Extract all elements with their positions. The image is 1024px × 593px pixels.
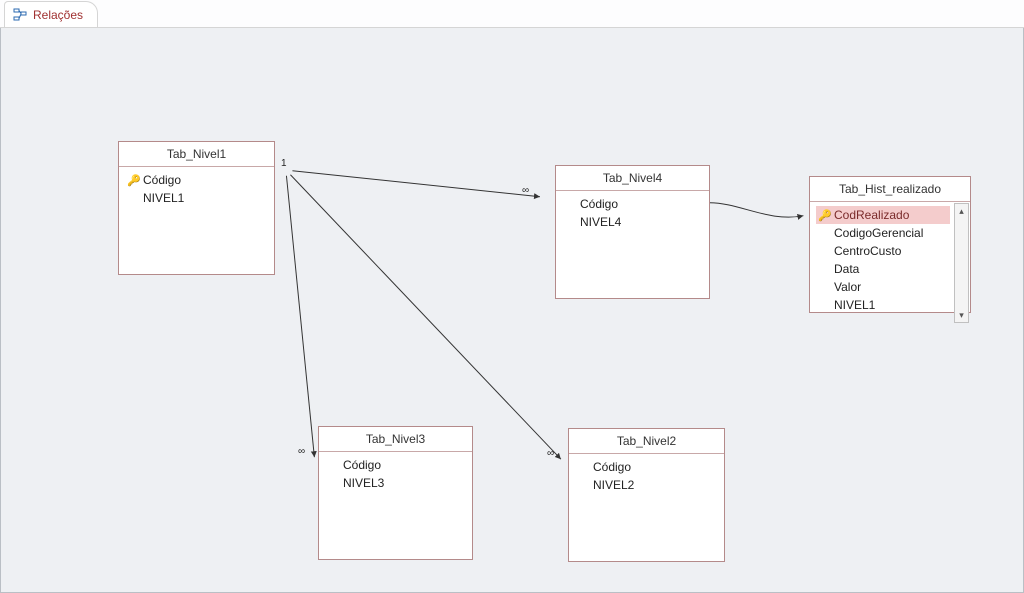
- tab-bar: Relações: [0, 0, 1024, 28]
- primary-key-icon: 🔑: [818, 209, 830, 222]
- table-hist-realizado[interactable]: Tab_Hist_realizado 🔑 CodRealizado Codigo…: [809, 176, 971, 313]
- field-label: NIVEL2: [593, 478, 634, 492]
- field-row[interactable]: NIVEL3: [325, 474, 466, 492]
- table-body: Código NIVEL4: [556, 191, 709, 241]
- field-label: CentroCusto: [834, 244, 901, 258]
- cardinality-one: 1: [281, 158, 287, 169]
- table-title: Tab_Nivel3: [319, 427, 472, 452]
- field-label: Código: [143, 173, 181, 187]
- field-row[interactable]: Código: [575, 458, 718, 476]
- primary-key-icon: 🔑: [127, 174, 139, 187]
- field-row[interactable]: 🔑 Código: [125, 171, 268, 189]
- table-title: Tab_Hist_realizado: [810, 177, 970, 202]
- field-row[interactable]: CodigoGerencial: [816, 224, 950, 242]
- field-label: Código: [580, 197, 618, 211]
- cardinality-many-nivel2: ∞: [547, 448, 554, 459]
- field-label: NIVEL1: [834, 298, 875, 312]
- relationships-canvas[interactable]: 1 ∞ ∞ ∞ Tab_Nivel1 🔑 Código NIVEL1 Tab_N…: [0, 28, 1024, 593]
- cardinality-many-nivel3: ∞: [298, 446, 305, 457]
- field-row[interactable]: 🔑 CodRealizado: [816, 206, 950, 224]
- scrollbar[interactable]: ▴ ▾: [954, 203, 969, 323]
- field-row[interactable]: Valor: [816, 278, 950, 296]
- field-row[interactable]: CentroCusto: [816, 242, 950, 260]
- field-row[interactable]: NIVEL1: [125, 189, 268, 207]
- field-label: CodRealizado: [834, 208, 909, 222]
- field-label: NIVEL3: [343, 476, 384, 490]
- table-title: Tab_Nivel2: [569, 429, 724, 454]
- tab-relacoes[interactable]: Relações: [4, 1, 98, 27]
- field-row[interactable]: Código: [562, 195, 703, 213]
- table-body: Código NIVEL2: [569, 454, 724, 504]
- cardinality-many-nivel4: ∞: [522, 185, 529, 196]
- field-label: NIVEL1: [143, 191, 184, 205]
- table-body: 🔑 CodRealizado CodigoGerencial CentroCus…: [810, 202, 970, 324]
- field-row[interactable]: NIVEL1: [816, 296, 950, 314]
- field-label: CodigoGerencial: [834, 226, 923, 240]
- field-label: Data: [834, 262, 859, 276]
- scroll-down-icon[interactable]: ▾: [959, 308, 964, 322]
- field-label: Código: [593, 460, 631, 474]
- relationships-icon: [13, 8, 27, 22]
- field-row[interactable]: NIVEL2: [575, 476, 718, 494]
- table-title: Tab_Nivel1: [119, 142, 274, 167]
- table-nivel3[interactable]: Tab_Nivel3 Código NIVEL3: [318, 426, 473, 560]
- field-row[interactable]: Data: [816, 260, 950, 278]
- field-row[interactable]: NIVEL4: [562, 213, 703, 231]
- table-body: Código NIVEL3: [319, 452, 472, 502]
- table-nivel4[interactable]: Tab_Nivel4 Código NIVEL4: [555, 165, 710, 299]
- tab-label: Relações: [33, 8, 83, 22]
- table-nivel1[interactable]: Tab_Nivel1 🔑 Código NIVEL1: [118, 141, 275, 275]
- field-label: Valor: [834, 280, 861, 294]
- field-label: Código: [343, 458, 381, 472]
- table-nivel2[interactable]: Tab_Nivel2 Código NIVEL2: [568, 428, 725, 562]
- scroll-up-icon[interactable]: ▴: [959, 204, 964, 218]
- field-row[interactable]: Código: [325, 456, 466, 474]
- table-body: 🔑 Código NIVEL1: [119, 167, 274, 217]
- table-title: Tab_Nivel4: [556, 166, 709, 191]
- field-label: NIVEL4: [580, 215, 621, 229]
